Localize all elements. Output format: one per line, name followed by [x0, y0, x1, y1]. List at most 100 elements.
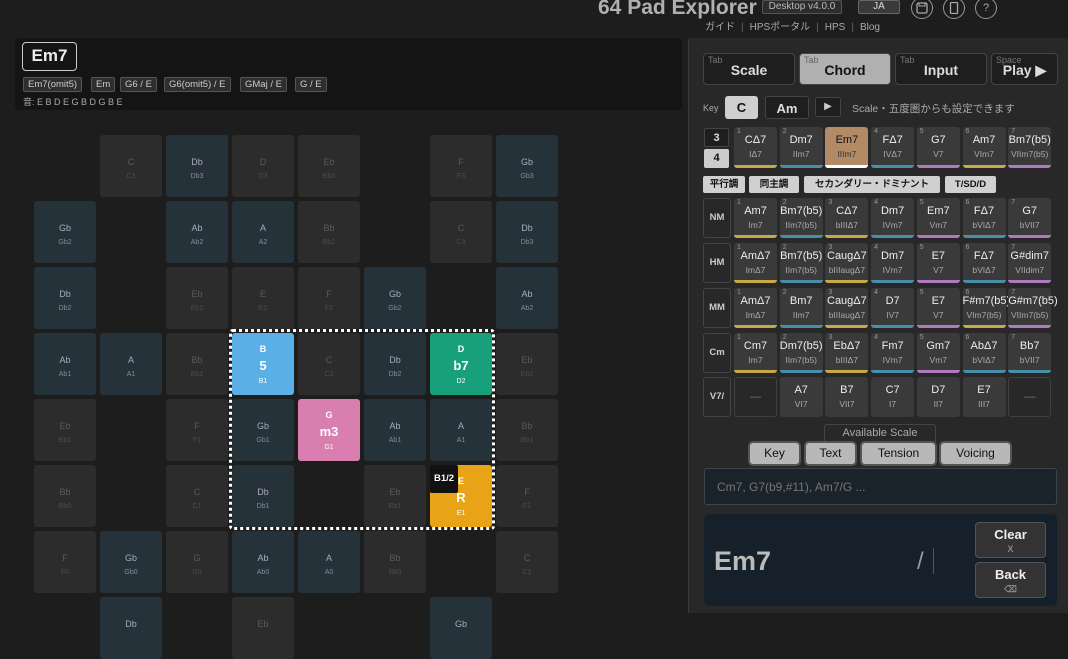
pad-r3c1[interactable]: Db Db2: [34, 267, 96, 329]
diatonic-chord-5[interactable]: 5 G7 V7: [916, 127, 960, 168]
help-icon[interactable]: ?: [975, 0, 997, 19]
view-tab-key[interactable]: Key: [750, 443, 799, 464]
alt-chord-g6-e[interactable]: G6 / E: [120, 77, 157, 92]
tab-chord[interactable]: Tab Chord: [799, 53, 891, 85]
chord-hm-2[interactable]: 2 Bm7(b5) IIm7(b5): [779, 243, 823, 283]
tablet-icon[interactable]: [943, 0, 965, 19]
chord-cm-7[interactable]: 7 Bb7 bVII7: [1008, 333, 1052, 373]
pad-r2c1[interactable]: Gb Gb2: [34, 201, 96, 263]
view-tab-voicing[interactable]: Voicing: [941, 443, 1010, 464]
view-tab-tension[interactable]: Tension: [862, 443, 935, 464]
alt-chord-em7-omit5[interactable]: Em7(omit5): [23, 77, 83, 92]
pad-r7c1[interactable]: F F0: [34, 531, 96, 593]
pad-r8c4[interactable]: Eb: [232, 597, 294, 659]
chord-cm-5[interactable]: 5 Gm7 Vm7: [916, 333, 960, 373]
key-major-button[interactable]: C: [725, 96, 758, 119]
play-key-button[interactable]: ▶: [815, 97, 841, 117]
pad-r3c4[interactable]: E E2: [232, 267, 294, 329]
tab-play[interactable]: Space Play ▶: [991, 53, 1058, 85]
pad-r3c5[interactable]: F F2: [298, 267, 360, 329]
chord-cm-3[interactable]: 3 EbΔ7 bIIIΔ7: [825, 333, 869, 373]
chord-hm-6[interactable]: 6 FΔ7 bVIΔ7: [962, 243, 1006, 283]
pad-r7c3[interactable]: G G0: [166, 531, 228, 593]
chord-nm-2[interactable]: 2 Bm7(b5) IIm7(b5): [779, 198, 823, 238]
pad-r7c4[interactable]: Ab Ab0: [232, 531, 294, 593]
pad-r4c2[interactable]: A A1: [100, 333, 162, 395]
diatonic-chord-6[interactable]: 6 Am7 VIm7: [962, 127, 1006, 168]
pad-r1c5[interactable]: Eb Eb3: [298, 135, 360, 197]
language-select[interactable]: JA: [858, 0, 900, 14]
chord-mm-4[interactable]: 4 D7 IV7: [871, 288, 915, 328]
pad-r3c8[interactable]: Ab Ab2: [496, 267, 558, 329]
link-blog[interactable]: Blog: [860, 22, 880, 33]
chord-nm-7[interactable]: 7 G7 bVII7: [1008, 198, 1052, 238]
pad-r2c5[interactable]: Bb Bb2: [298, 201, 360, 263]
chord-cm-6[interactable]: 6 AbΔ7 bVIΔ7: [962, 333, 1006, 373]
alt-chord-gmaj-e[interactable]: GMaj / E: [240, 77, 287, 92]
chord-mm-3[interactable]: 3 CaugΔ7 bIIIaugΔ7: [825, 288, 869, 328]
chord-v7-4[interactable]: C7 I7: [871, 377, 915, 417]
chord-mm-5[interactable]: 5 E7 V7: [916, 288, 960, 328]
chord-nm-1[interactable]: 1 Am7 Im7: [734, 198, 777, 238]
pad-r5c1[interactable]: Eb Eb1: [34, 399, 96, 461]
chord-mm-7[interactable]: 7 G#m7(b5) VIIm7(b5): [1008, 288, 1058, 328]
link-hps[interactable]: HPS: [825, 22, 846, 33]
chord-hm-7[interactable]: 7 G#dim7 VIIdim7: [1008, 243, 1052, 283]
pad-r6c1[interactable]: Bb Bb0: [34, 465, 96, 527]
pad-r4c3[interactable]: Bb Bb1: [166, 333, 228, 395]
pad-r4c8[interactable]: Eb Eb2: [496, 333, 558, 395]
chord-v7-5[interactable]: D7 II7: [916, 377, 960, 417]
chord-nm-3[interactable]: 3 CΔ7 bIIIΔ7: [825, 198, 869, 238]
view-tab-text[interactable]: Text: [806, 443, 855, 464]
diatonic-chord-2[interactable]: 2 Dm7 IIm7: [779, 127, 823, 168]
chord-v7-3[interactable]: B7 VII7: [825, 377, 869, 417]
pad-r2c3[interactable]: Ab Ab2: [166, 201, 228, 263]
four-note-toggle[interactable]: 4: [704, 149, 729, 168]
chord-mm-6[interactable]: 6 F#m7(b5) VIm7(b5): [962, 288, 1010, 328]
secondary-dominant-button[interactable]: セカンダリー・ドミナント: [804, 176, 940, 193]
pad-r2c4[interactable]: A A2: [232, 201, 294, 263]
chord-cm-1[interactable]: 1 Cm7 Im7: [734, 333, 777, 373]
function-tsd-button[interactable]: T/SD/D: [945, 176, 996, 193]
pad-r4c1[interactable]: Ab Ab1: [34, 333, 96, 395]
chord-text-input[interactable]: [704, 468, 1057, 505]
pad-r6c3[interactable]: C C1: [166, 465, 228, 527]
alt-chord-em[interactable]: Em: [91, 77, 116, 92]
chord-nm-5[interactable]: 5 Em7 Vm7: [916, 198, 960, 238]
pad-r6c8[interactable]: F F1: [496, 465, 558, 527]
chord-mm-2[interactable]: 2 Bm7 IIm7: [779, 288, 823, 328]
pad-r7c5[interactable]: A A0: [298, 531, 360, 593]
chord-hm-3[interactable]: 3 CaugΔ7 bIIIaugΔ7: [825, 243, 869, 283]
chord-hm-5[interactable]: 5 E7 V7: [916, 243, 960, 283]
relative-key-button[interactable]: 平行調: [703, 176, 745, 193]
key-minor-button[interactable]: Am: [765, 96, 809, 119]
pad-r1c7[interactable]: F F3: [430, 135, 492, 197]
chord-hm-4[interactable]: 4 Dm7 IVm7: [871, 243, 915, 283]
pad-r1c8[interactable]: Gb Gb3: [496, 135, 558, 197]
save-icon[interactable]: [911, 0, 933, 19]
three-note-toggle[interactable]: 3: [704, 128, 729, 147]
chord-cm-4[interactable]: 4 Fm7 IVm7: [871, 333, 915, 373]
pad-r7c8[interactable]: C C1: [496, 531, 558, 593]
pad-r3c3[interactable]: Eb Eb2: [166, 267, 228, 329]
chord-mm-1[interactable]: 1 AmΔ7 ImΔ7: [734, 288, 777, 328]
link-hps-portal[interactable]: HPSポータル: [750, 22, 811, 33]
pad-r8c7[interactable]: Gb: [430, 597, 492, 659]
pad-r5c3[interactable]: F F1: [166, 399, 228, 461]
pad-r8c2[interactable]: Db: [100, 597, 162, 659]
link-guide[interactable]: ガイド: [705, 22, 735, 33]
diatonic-chord-3[interactable]: 3 Em7 IIIm7: [825, 127, 869, 168]
pad-r1c4[interactable]: D D3: [232, 135, 294, 197]
diatonic-chord-7[interactable]: 7 Bm7(b5) VIIm7(b5): [1008, 127, 1052, 168]
alt-chord-g-e[interactable]: G / E: [295, 77, 327, 92]
chord-cm-2[interactable]: 2 Dm7(b5) IIm7(b5): [779, 333, 823, 373]
pad-r7c2[interactable]: Gb Gb0: [100, 531, 162, 593]
pad-r1c3[interactable]: Db Db3: [166, 135, 228, 197]
pad-r2c7[interactable]: C C3: [430, 201, 492, 263]
pad-r5c8[interactable]: Bb Bb1: [496, 399, 558, 461]
tab-input[interactable]: Tab Input: [895, 53, 987, 85]
clear-button[interactable]: Clear X: [975, 522, 1046, 558]
alt-chord-g6-omit5-e[interactable]: G6(omit5) / E: [164, 77, 231, 92]
chord-nm-6[interactable]: 6 FΔ7 bVIΔ7: [962, 198, 1006, 238]
pad-r1c2[interactable]: C C3: [100, 135, 162, 197]
